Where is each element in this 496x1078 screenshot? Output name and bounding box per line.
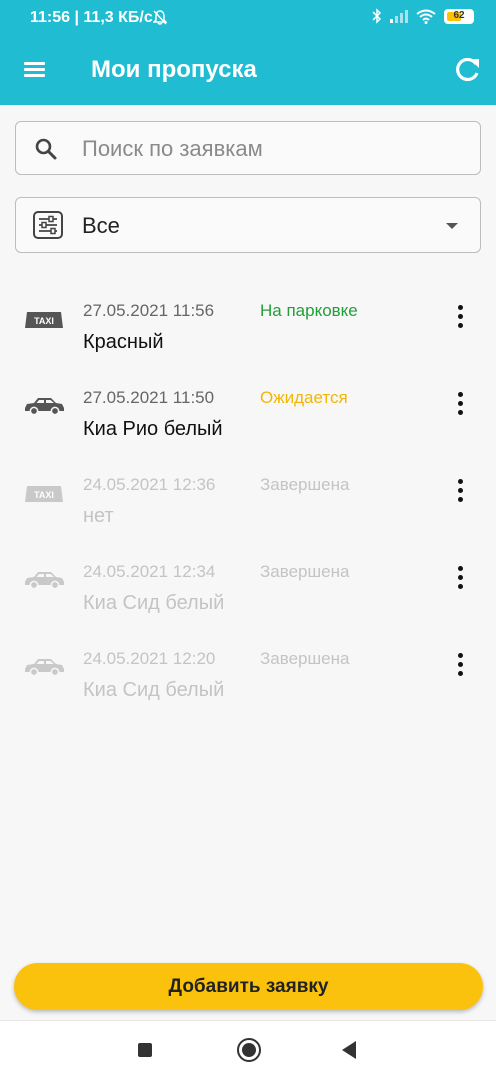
status-time: 11:56 | 11,3 КБ/с bbox=[30, 9, 153, 26]
bluetooth-icon bbox=[372, 8, 382, 24]
battery-icon: 62 bbox=[444, 8, 474, 24]
dropdown-arrow-icon bbox=[446, 223, 458, 229]
request-date: 24.05.2021 12:20 bbox=[83, 649, 216, 668]
status-bar: 11:56 | 11,3 КБ/с 62 bbox=[0, 0, 496, 35]
signal-icon bbox=[390, 10, 408, 23]
home-icon[interactable] bbox=[237, 1038, 261, 1062]
list-item[interactable]: 24.05.2021 12:34 Завершена Киа Сид белый bbox=[0, 545, 496, 631]
car-icon bbox=[23, 656, 65, 678]
request-vehicle: нет bbox=[83, 505, 114, 527]
status-badge: На парковке bbox=[260, 301, 358, 320]
system-navigation-bar bbox=[0, 1020, 496, 1078]
back-icon[interactable] bbox=[342, 1041, 356, 1059]
refresh-icon[interactable] bbox=[452, 55, 482, 85]
request-vehicle: Киа Сид белый bbox=[83, 592, 225, 614]
more-options-icon[interactable] bbox=[448, 479, 472, 509]
page-title: Мои пропуска bbox=[91, 56, 257, 83]
status-badge: Ожидается bbox=[260, 388, 348, 407]
request-vehicle: Красный bbox=[83, 331, 164, 353]
list-item[interactable]: TAXI 27.05.2021 11:56 На парковке Красны… bbox=[0, 284, 496, 370]
menu-icon[interactable] bbox=[24, 62, 45, 78]
filter-sliders-icon bbox=[33, 211, 63, 239]
request-vehicle: Киа Рио белый bbox=[83, 418, 223, 440]
more-options-icon[interactable] bbox=[448, 653, 472, 683]
battery-level: 62 bbox=[453, 9, 465, 21]
status-badge: Завершена bbox=[260, 562, 350, 581]
svg-text:TAXI: TAXI bbox=[34, 316, 54, 326]
more-options-icon[interactable] bbox=[448, 392, 472, 422]
search-input[interactable] bbox=[80, 130, 464, 168]
notifications-off-icon bbox=[153, 10, 167, 25]
list-item[interactable]: 24.05.2021 12:20 Завершена Киа Сид белый bbox=[0, 632, 496, 718]
search-icon bbox=[35, 138, 57, 160]
car-icon bbox=[23, 395, 65, 417]
request-date: 24.05.2021 12:36 bbox=[83, 475, 216, 494]
taxi-icon: TAXI bbox=[23, 482, 65, 504]
wifi-icon bbox=[416, 9, 436, 24]
svg-text:TAXI: TAXI bbox=[34, 490, 54, 500]
filter-selected-value: Все bbox=[82, 213, 120, 238]
status-badge: Завершена bbox=[260, 475, 350, 494]
request-vehicle: Киа Сид белый bbox=[83, 679, 225, 701]
more-options-icon[interactable] bbox=[448, 566, 472, 596]
status-badge: Завершена bbox=[260, 649, 350, 668]
app-bar: Мои пропуска bbox=[0, 35, 496, 105]
request-date: 27.05.2021 11:56 bbox=[83, 301, 215, 320]
request-date: 24.05.2021 12:34 bbox=[83, 562, 216, 581]
recent-apps-icon[interactable] bbox=[138, 1043, 152, 1057]
more-options-icon[interactable] bbox=[448, 305, 472, 335]
status-filter-select[interactable]: Все bbox=[15, 197, 481, 253]
car-icon bbox=[23, 569, 65, 591]
request-date: 27.05.2021 11:50 bbox=[83, 388, 215, 407]
status-indicators: 62 bbox=[372, 8, 474, 24]
add-request-button[interactable]: Добавить заявку bbox=[14, 963, 483, 1010]
list-item[interactable]: TAXI 24.05.2021 12:36 Завершена нет bbox=[0, 458, 496, 544]
list-item[interactable]: 27.05.2021 11:50 Ожидается Киа Рио белый bbox=[0, 371, 496, 457]
taxi-icon: TAXI bbox=[23, 308, 65, 330]
search-box bbox=[15, 121, 481, 175]
